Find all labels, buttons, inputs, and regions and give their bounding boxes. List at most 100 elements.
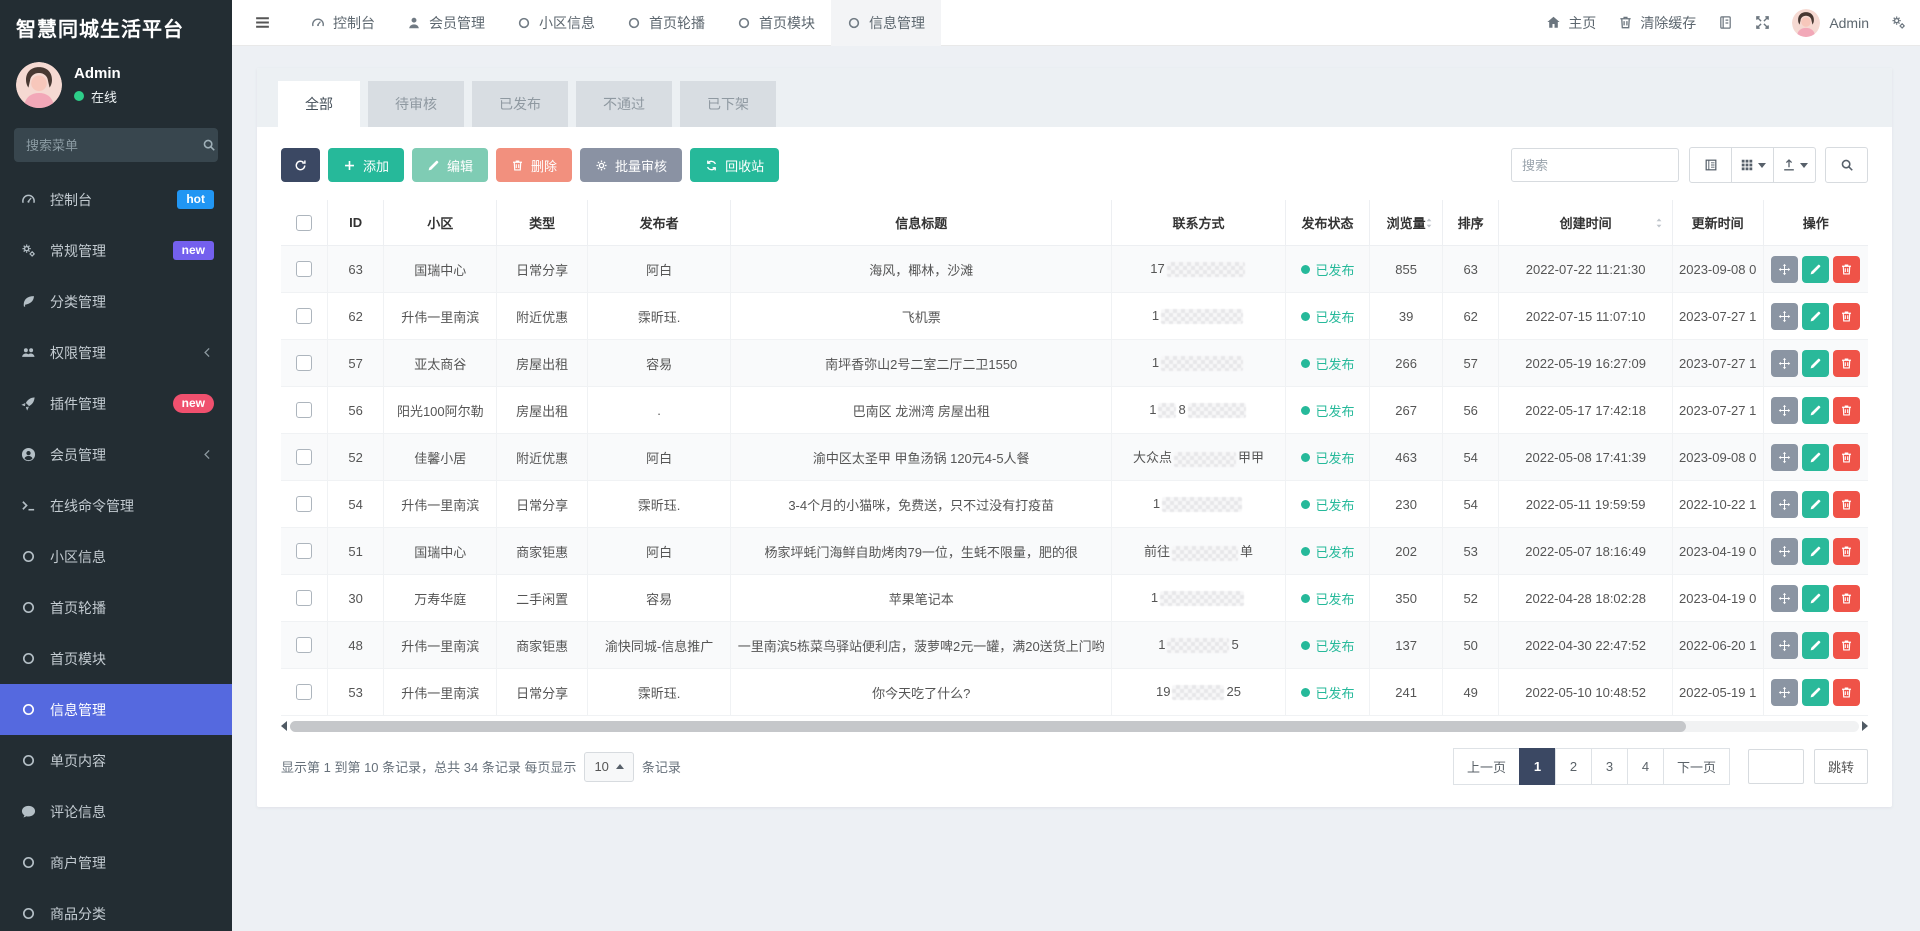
row-edit-button[interactable]	[1802, 679, 1829, 706]
sort-icon[interactable]	[1652, 216, 1666, 230]
topnav-item-控制台[interactable]: 控制台	[295, 0, 391, 46]
sidebar-item-权限管理[interactable]: 权限管理	[0, 327, 232, 378]
scroll-right-arrow-icon[interactable]	[1862, 721, 1868, 731]
next-page-button[interactable]: 下一页	[1663, 748, 1730, 785]
row-checkbox[interactable]	[296, 590, 312, 606]
row-move-button[interactable]	[1771, 491, 1798, 518]
row-checkbox[interactable]	[296, 496, 312, 512]
page-size-select[interactable]: 10	[584, 752, 633, 782]
home-link[interactable]: 主页	[1546, 13, 1596, 33]
column-header-创建时间[interactable]: 创建时间	[1499, 200, 1672, 246]
column-header-联系方式[interactable]: 联系方式	[1112, 200, 1285, 246]
row-edit-button[interactable]	[1802, 350, 1829, 377]
tab-已下架[interactable]: 已下架	[680, 81, 776, 127]
row-delete-button[interactable]	[1833, 303, 1860, 330]
scroll-left-arrow-icon[interactable]	[281, 721, 287, 731]
fullscreen-icon[interactable]	[1755, 15, 1770, 30]
row-delete-button[interactable]	[1833, 538, 1860, 565]
page-button-2[interactable]: 2	[1555, 748, 1592, 785]
sidebar-item-首页轮播[interactable]: 首页轮播	[0, 582, 232, 633]
log-icon[interactable]	[1718, 15, 1733, 30]
hamburger-icon[interactable]	[244, 0, 281, 46]
sidebar-item-插件管理[interactable]: 插件管理new	[0, 378, 232, 429]
add-button[interactable]: 添加	[328, 148, 404, 182]
row-delete-button[interactable]	[1833, 585, 1860, 612]
column-header-发布者[interactable]: 发布者	[587, 200, 730, 246]
sidebar-item-商户管理[interactable]: 商户管理	[0, 837, 232, 888]
export-button[interactable]	[1773, 147, 1816, 183]
row-delete-button[interactable]	[1833, 397, 1860, 424]
prev-page-button[interactable]: 上一页	[1453, 748, 1520, 785]
row-move-button[interactable]	[1771, 632, 1798, 659]
row-delete-button[interactable]	[1833, 444, 1860, 471]
sidebar-item-首页模块[interactable]: 首页模块	[0, 633, 232, 684]
row-move-button[interactable]	[1771, 679, 1798, 706]
row-edit-button[interactable]	[1802, 538, 1829, 565]
tab-全部[interactable]: 全部	[278, 81, 360, 127]
sidebar-item-会员管理[interactable]: 会员管理	[0, 429, 232, 480]
tab-已发布[interactable]: 已发布	[472, 81, 568, 127]
search-icon[interactable]	[202, 138, 216, 152]
scrollbar-track[interactable]	[290, 721, 1859, 732]
row-move-button[interactable]	[1771, 303, 1798, 330]
sidebar-item-小区信息[interactable]: 小区信息	[0, 531, 232, 582]
row-delete-button[interactable]	[1833, 256, 1860, 283]
topnav-item-信息管理[interactable]: 信息管理	[831, 0, 941, 46]
row-checkbox[interactable]	[296, 308, 312, 324]
topnav-item-首页模块[interactable]: 首页模块	[721, 0, 831, 46]
row-checkbox[interactable]	[296, 402, 312, 418]
row-edit-button[interactable]	[1802, 491, 1829, 518]
sidebar-item-信息管理[interactable]: 信息管理	[0, 684, 232, 735]
edit-button[interactable]: 编辑	[412, 148, 488, 182]
row-delete-button[interactable]	[1833, 679, 1860, 706]
column-header-排序[interactable]: 排序	[1442, 200, 1498, 246]
column-header-ID[interactable]: ID	[327, 200, 383, 246]
row-checkbox[interactable]	[296, 637, 312, 653]
column-header-浏览量[interactable]: 浏览量	[1370, 200, 1443, 246]
sidebar-item-商品分类[interactable]: 商品分类	[0, 888, 232, 931]
row-checkbox[interactable]	[296, 261, 312, 277]
column-header-类型[interactable]: 类型	[497, 200, 588, 246]
table-search-input[interactable]	[1511, 148, 1679, 182]
recycle-button[interactable]: 回收站	[690, 148, 779, 182]
row-edit-button[interactable]	[1802, 397, 1829, 424]
sidebar-item-单页内容[interactable]: 单页内容	[0, 735, 232, 786]
row-checkbox[interactable]	[296, 355, 312, 371]
row-edit-button[interactable]	[1802, 444, 1829, 471]
refresh-button[interactable]	[281, 148, 320, 182]
sort-icon[interactable]	[1422, 216, 1436, 230]
row-move-button[interactable]	[1771, 350, 1798, 377]
page-button-4[interactable]: 4	[1627, 748, 1664, 785]
jump-button[interactable]: 跳转	[1814, 749, 1868, 784]
page-button-1[interactable]: 1	[1519, 748, 1556, 785]
topbar-user[interactable]: Admin	[1792, 9, 1869, 37]
delete-button[interactable]: 删除	[496, 148, 572, 182]
tab-待审核[interactable]: 待审核	[368, 81, 464, 127]
row-edit-button[interactable]	[1802, 585, 1829, 612]
column-header-发布状态[interactable]: 发布状态	[1285, 200, 1370, 246]
select-all-checkbox[interactable]	[296, 215, 312, 231]
sidebar-item-常规管理[interactable]: 常规管理new	[0, 225, 232, 276]
column-header-小区[interactable]: 小区	[384, 200, 497, 246]
column-header-操作[interactable]: 操作	[1763, 200, 1868, 246]
batch-audit-button[interactable]: 批量审核	[580, 148, 682, 182]
sidebar-item-分类管理[interactable]: 分类管理	[0, 276, 232, 327]
row-delete-button[interactable]	[1833, 491, 1860, 518]
sidebar-item-在线命令管理[interactable]: 在线命令管理	[0, 480, 232, 531]
sidebar-item-评论信息[interactable]: 评论信息	[0, 786, 232, 837]
column-header-更新时间[interactable]: 更新时间	[1672, 200, 1763, 246]
column-header-信息标题[interactable]: 信息标题	[731, 200, 1112, 246]
topnav-item-首页轮播[interactable]: 首页轮播	[611, 0, 721, 46]
row-edit-button[interactable]	[1802, 256, 1829, 283]
columns-button[interactable]	[1731, 147, 1774, 183]
search-button[interactable]	[1825, 147, 1868, 183]
page-button-3[interactable]: 3	[1591, 748, 1628, 785]
topnav-item-小区信息[interactable]: 小区信息	[501, 0, 611, 46]
sidebar-search-input[interactable]	[26, 138, 202, 153]
row-move-button[interactable]	[1771, 444, 1798, 471]
row-move-button[interactable]	[1771, 256, 1798, 283]
sidebar-item-控制台[interactable]: 控制台hot	[0, 174, 232, 225]
clear-cache-link[interactable]: 清除缓存	[1618, 13, 1696, 33]
row-checkbox[interactable]	[296, 684, 312, 700]
row-move-button[interactable]	[1771, 538, 1798, 565]
